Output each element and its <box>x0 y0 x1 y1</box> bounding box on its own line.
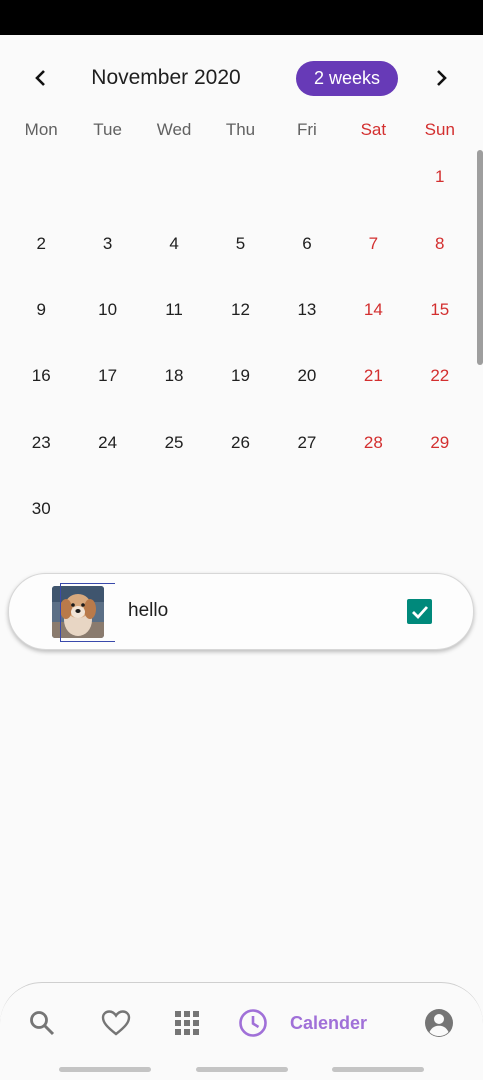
weekday-label: Fri <box>297 120 317 139</box>
calendar-day[interactable]: 21 <box>340 343 406 409</box>
chevron-right-icon <box>437 70 447 86</box>
gesture-bar-center <box>196 1067 288 1072</box>
previous-month-button[interactable] <box>27 64 55 92</box>
calendar-day[interactable]: 15 <box>407 277 473 343</box>
weekday-label: Mon <box>24 120 58 139</box>
calendar-day[interactable]: 24 <box>74 410 140 476</box>
weekday-label: Tue <box>93 120 122 139</box>
weekday-label: Sat <box>360 120 387 139</box>
grid-icon <box>175 1011 199 1035</box>
nav-apps[interactable] <box>174 1005 200 1041</box>
calendar-day[interactable]: 5 <box>207 210 273 276</box>
event-card[interactable]: hello <box>8 573 474 650</box>
calendar-day[interactable]: 13 <box>274 277 340 343</box>
chevron-left-icon <box>35 70 45 86</box>
calendar-day-empty <box>274 476 340 542</box>
gesture-bar-left <box>59 1067 151 1072</box>
calendar-day[interactable]: 12 <box>207 277 273 343</box>
calendar-day[interactable]: 25 <box>141 410 207 476</box>
calendar-day[interactable]: 29 <box>407 410 473 476</box>
calendar-day-empty <box>207 476 273 542</box>
search-icon <box>30 1011 55 1036</box>
calendar-day[interactable]: 14 <box>340 277 406 343</box>
bottom-navigation: Calender <box>0 982 483 1062</box>
nav-label-calender: Calender <box>290 1012 368 1033</box>
calendar-day-empty <box>8 144 74 210</box>
calendar-day-empty <box>141 476 207 542</box>
calendar-day[interactable]: 10 <box>74 277 140 343</box>
calendar-day[interactable]: 9 <box>8 277 74 343</box>
format-toggle-button[interactable]: 2 weeks <box>296 61 398 96</box>
nav-profile[interactable] <box>424 1005 454 1041</box>
thumbnail-frame <box>60 583 115 642</box>
calendar-day[interactable]: 18 <box>141 343 207 409</box>
calendar-day[interactable]: 6 <box>274 210 340 276</box>
calendar-day-empty <box>74 476 140 542</box>
gesture-bar-right <box>332 1067 424 1072</box>
weekday-header: Mon Tue Wed Thu Fri Sat Sun <box>8 120 473 146</box>
month-title[interactable]: November 2020 <box>70 66 262 90</box>
calendar-day-empty <box>207 144 273 210</box>
calendar-day[interactable]: 3 <box>74 210 140 276</box>
event-checkbox[interactable] <box>407 599 432 624</box>
nav-favorites[interactable] <box>101 1005 131 1041</box>
calendar-day-empty <box>340 476 406 542</box>
calendar-day[interactable]: 7 <box>340 210 406 276</box>
next-month-button[interactable] <box>427 64 455 92</box>
status-bar <box>0 0 483 35</box>
weekday-label: Wed <box>156 120 192 139</box>
scrollbar[interactable] <box>477 150 483 365</box>
check-icon <box>411 605 428 619</box>
weekday-label: Sun <box>424 120 455 139</box>
calendar-day-empty <box>274 144 340 210</box>
calendar-days-grid: 1 2 3 4 5 6 7 8 9 10 11 12 13 14 15 16 17 18 19 20 21 22 23 24 2… <box>8 144 473 542</box>
calendar-day[interactable]: 28 <box>340 410 406 476</box>
calendar-day-empty <box>407 476 473 542</box>
calendar-day[interactable]: 22 <box>407 343 473 409</box>
calendar-day-empty <box>141 144 207 210</box>
calendar-header: November 2020 2 weeks <box>0 56 483 100</box>
calendar-day[interactable]: 26 <box>207 410 273 476</box>
calendar-day-empty <box>74 144 140 210</box>
weekday-label: Thu <box>225 120 256 139</box>
clock-icon <box>239 1009 267 1037</box>
nav-search[interactable] <box>28 1005 56 1041</box>
calendar-day[interactable]: 17 <box>74 343 140 409</box>
calendar-day[interactable]: 19 <box>207 343 273 409</box>
calendar-day[interactable]: 1 <box>407 144 473 210</box>
calendar-day[interactable]: 20 <box>274 343 340 409</box>
event-title: hello <box>128 600 169 621</box>
nav-calender[interactable]: Calender <box>238 1005 367 1041</box>
calendar-day[interactable]: 11 <box>141 277 207 343</box>
calendar-day[interactable]: 2 <box>8 210 74 276</box>
calendar-day[interactable]: 16 <box>8 343 74 409</box>
calendar-day[interactable]: 4 <box>141 210 207 276</box>
account-icon <box>425 1009 453 1037</box>
calendar-day[interactable]: 23 <box>8 410 74 476</box>
heart-icon <box>101 1010 131 1036</box>
calendar-day[interactable]: 27 <box>274 410 340 476</box>
calendar-day[interactable]: 30 <box>8 476 74 542</box>
calendar-day-empty <box>340 144 406 210</box>
calendar-day[interactable]: 8 <box>407 210 473 276</box>
